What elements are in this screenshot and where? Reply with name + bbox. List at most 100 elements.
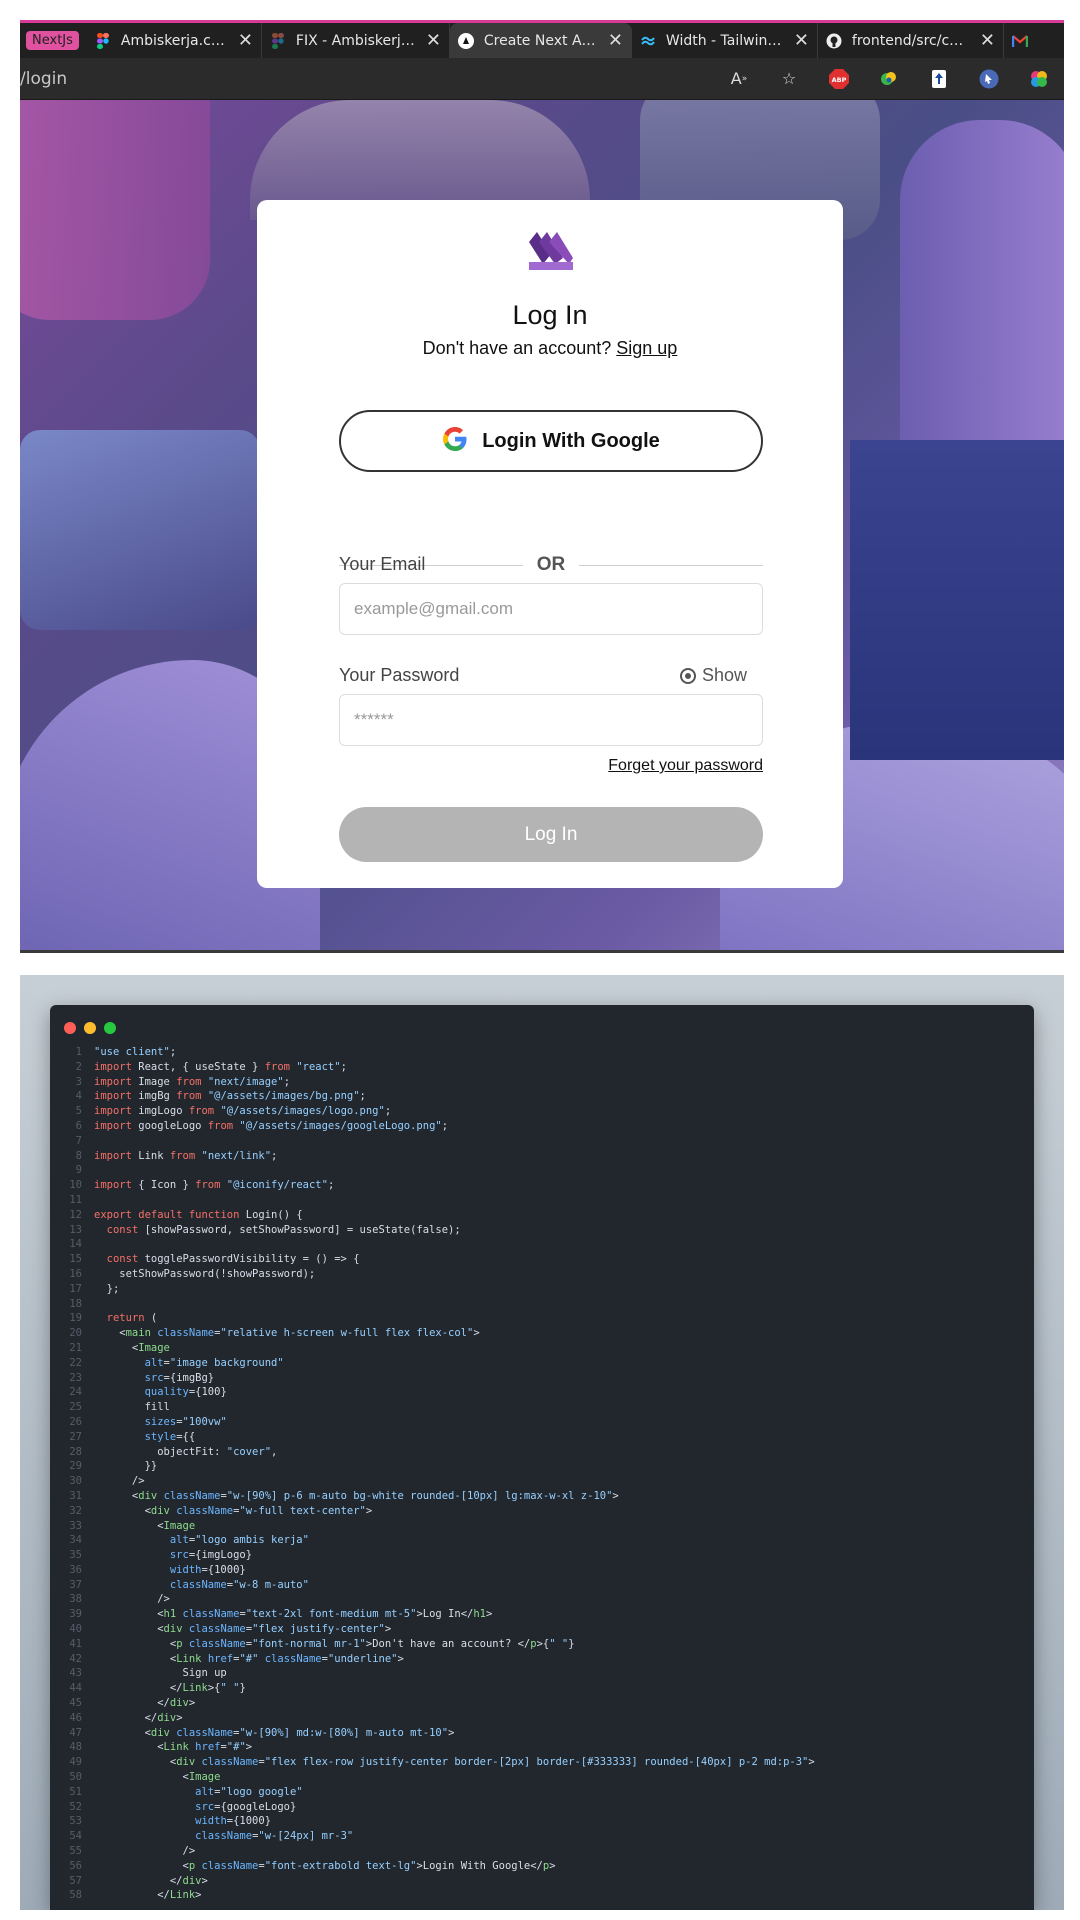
- figma-icon: [95, 32, 111, 49]
- forgot-password-link[interactable]: Forget your password: [563, 757, 763, 775]
- tailwind-icon: [640, 33, 656, 49]
- code-line: 50 <Image: [69, 1771, 221, 1784]
- code-line: 23 src={imgBg}: [69, 1371, 215, 1384]
- address-bar: /login A» ☆ ABP: [20, 58, 1064, 100]
- nextjs-icon: [457, 32, 474, 49]
- code-line: 43 Sign up: [69, 1667, 227, 1680]
- tab-ambiskerja[interactable]: Ambiskerja.com – I ✕: [87, 23, 262, 58]
- code-line: 57 </div>: [69, 1874, 208, 1887]
- login-button[interactable]: Log In: [339, 807, 763, 862]
- close-tab-icon[interactable]: ✕: [794, 30, 809, 51]
- code-line: 17 };: [69, 1282, 120, 1295]
- show-label: Show: [702, 665, 748, 685]
- code-line: 14: [69, 1238, 82, 1251]
- google-button-label: Login With Google: [482, 429, 660, 452]
- browser-window: NextJs Ambiskerja.com – I ✕ FIX - Ambisk…: [20, 20, 1064, 953]
- tab-group-label[interactable]: NextJs: [26, 31, 79, 50]
- tab-bar: NextJs Ambiskerja.com – I ✕ FIX - Ambisk…: [20, 20, 1064, 58]
- code-line: 28 objectFit: "cover",: [69, 1445, 278, 1458]
- code-line: 2 import React, { useState } from "react"…: [75, 1060, 347, 1073]
- tab-gmail[interactable]: [1004, 23, 1044, 58]
- code-line: 26 sizes="100vw": [69, 1415, 227, 1428]
- eye-icon: [680, 667, 696, 684]
- figma-icon: [270, 32, 286, 49]
- code-line: 27 style={{: [69, 1430, 196, 1443]
- extension-color-icon[interactable]: [1028, 68, 1050, 90]
- tab-tailwind-width[interactable]: Width - Tailwind C ✕: [632, 23, 818, 58]
- code-line: 6 import googleLogo from "@/assets/images…: [75, 1119, 449, 1132]
- or-text: OR: [536, 554, 566, 575]
- bg-shape: [20, 100, 210, 320]
- close-tab-icon[interactable]: ✕: [238, 30, 253, 51]
- extension-cursor-icon[interactable]: [978, 68, 1000, 90]
- code-line: 33 <Image: [69, 1519, 196, 1532]
- signup-link[interactable]: Sign up: [616, 338, 677, 358]
- code-line: 37 className="w-8 m-auto": [69, 1578, 309, 1591]
- tab-github-frontend[interactable]: frontend/src/comp ✕: [818, 23, 1004, 58]
- code-line: 1 "use client";: [75, 1046, 177, 1058]
- code-line: 8 import Link from "next/link";: [75, 1149, 278, 1162]
- code-line: 31 <div className="w-[90%] p-6 m-auto bg…: [69, 1489, 619, 1502]
- tab-title: FIX - Ambiskerja.co: [295, 32, 416, 49]
- code-screenshot-frame: 1 "use client"; 2 import React, { useState …: [20, 975, 1064, 1910]
- code-line: 3 import Image from "next/image";: [75, 1075, 291, 1088]
- bg-shape: [20, 430, 260, 630]
- close-tab-icon[interactable]: ✕: [980, 30, 995, 51]
- code-line: 13 const [showPassword, setShowPassword]…: [69, 1223, 461, 1236]
- code-line: 54 className="w-[24px] mr-3": [69, 1830, 354, 1843]
- email-label: Your Email: [339, 554, 426, 574]
- code-line: 25 fill: [69, 1401, 170, 1414]
- code-line: 21 <Image: [69, 1341, 170, 1354]
- code-line: 29 }}: [69, 1460, 158, 1473]
- tab-title: Create Next App: [483, 32, 598, 49]
- password-field[interactable]: ******: [339, 694, 763, 746]
- code-line: 35 src={imgLogo}: [69, 1549, 253, 1562]
- close-window-icon: [64, 1022, 76, 1034]
- code-line: 52 src={googleLogo}: [69, 1800, 297, 1813]
- no-account-text: Don't have an account?: [422, 338, 612, 358]
- extension-upload-icon[interactable]: [928, 68, 950, 90]
- extension-eye-icon[interactable]: [878, 68, 900, 90]
- email-field[interactable]: example@gmail.com: [339, 583, 763, 635]
- code-line: 4 import imgBg from "@/assets/images/bg.p…: [75, 1090, 366, 1103]
- url-field[interactable]: /login: [20, 69, 714, 89]
- maximize-window-icon: [104, 1022, 116, 1034]
- bg-shape: [850, 440, 1064, 760]
- code-line: 55 />: [69, 1845, 196, 1858]
- code-line: 45 </div>: [69, 1697, 196, 1710]
- tab-title: Width - Tailwind C: [665, 32, 784, 49]
- tab-fix-ambiskerja[interactable]: FIX - Ambiskerja.co ✕: [262, 23, 450, 58]
- code-line: 51 alt="logo google": [69, 1785, 303, 1798]
- github-icon: [826, 33, 842, 49]
- adblock-icon[interactable]: ABP: [828, 68, 850, 90]
- code-line: 47 <div className="w-[90%] md:w-[80%] m-…: [69, 1726, 455, 1739]
- code-line: 24 quality={100}: [69, 1386, 227, 1399]
- code-line: 58 </Link>: [69, 1889, 202, 1902]
- login-card: Log In Don't have an account? Sign up Lo…: [257, 200, 843, 888]
- code-line: 36 width={1000}: [69, 1563, 246, 1576]
- show-password-toggle[interactable]: Show: [680, 665, 747, 686]
- tab-title: frontend/src/comp: [851, 32, 970, 49]
- code-line: 10 import { Icon } from "@iconify/react";: [69, 1179, 335, 1192]
- code-line: 48 <Link href="#">: [69, 1741, 253, 1754]
- close-tab-icon[interactable]: ✕: [608, 30, 623, 51]
- minimize-window-icon: [84, 1022, 96, 1034]
- code-line: 44 </Link>{" "}: [69, 1682, 246, 1695]
- google-icon: [442, 426, 468, 456]
- code-line: 19 return (: [69, 1312, 158, 1325]
- code-line: 18: [69, 1297, 82, 1310]
- google-login-button[interactable]: Login With Google: [339, 410, 763, 472]
- code-editor-window: 1 "use client"; 2 import React, { useState …: [50, 1005, 1034, 1910]
- code-line: 20 <main className="relative h-screen w-…: [69, 1327, 480, 1340]
- code-line: 41 <p className="font-normal mr-1">Don't…: [69, 1637, 575, 1650]
- code-line: 22 alt="image background": [69, 1356, 284, 1369]
- tab-create-next-app[interactable]: Create Next App ✕: [449, 23, 632, 58]
- svg-text:ABP: ABP: [832, 76, 847, 84]
- code-line: 9: [75, 1164, 82, 1177]
- close-tab-icon[interactable]: ✕: [426, 30, 441, 51]
- code-line: 38 />: [69, 1593, 170, 1606]
- read-aloud-icon[interactable]: A»: [728, 68, 750, 90]
- favorite-star-icon[interactable]: ☆: [778, 68, 800, 90]
- code-line: 49 <div className="flex flex-row justify…: [69, 1756, 815, 1769]
- code-line: 42 <Link href="#" className="underline">: [69, 1652, 404, 1665]
